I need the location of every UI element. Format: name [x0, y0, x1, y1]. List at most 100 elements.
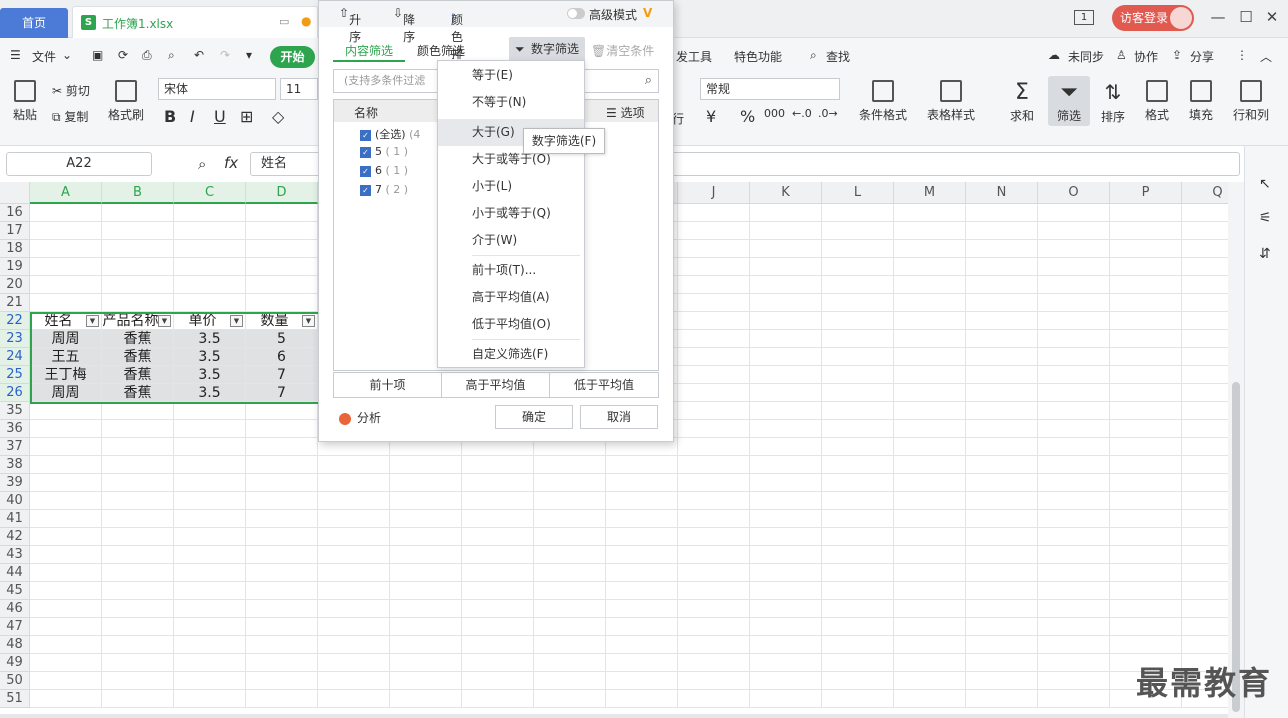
table-cell[interactable]	[462, 654, 534, 672]
corner-select-all[interactable]	[0, 182, 30, 204]
table-cell[interactable]	[174, 528, 246, 546]
row-header[interactable]: 20	[0, 276, 30, 294]
table-cell[interactable]	[30, 240, 102, 258]
table-cell[interactable]	[750, 654, 822, 672]
table-cell[interactable]	[1038, 204, 1110, 222]
table-cell[interactable]	[534, 636, 606, 654]
table-cell[interactable]	[174, 510, 246, 528]
table-cell[interactable]	[678, 348, 750, 366]
table-cell[interactable]	[966, 564, 1038, 582]
paste-button[interactable]: 粘贴	[8, 80, 42, 123]
table-cell[interactable]	[966, 582, 1038, 600]
row-header[interactable]: 38	[0, 456, 30, 474]
table-cell[interactable]	[1038, 582, 1110, 600]
table-cell[interactable]: 7	[246, 366, 318, 384]
tab-content-filter[interactable]: 内容筛选	[345, 42, 393, 59]
table-cell[interactable]	[678, 384, 750, 402]
table-cell[interactable]	[1038, 546, 1110, 564]
document-tab[interactable]: S 工作簿1.xlsx ▭ ●	[72, 6, 318, 38]
table-cell[interactable]	[966, 276, 1038, 294]
analysis-button[interactable]: 分析	[339, 409, 381, 426]
table-cell[interactable]	[894, 240, 966, 258]
table-cell[interactable]	[1110, 348, 1182, 366]
row-header[interactable]: 44	[0, 564, 30, 582]
share-button[interactable]: 分享	[1190, 48, 1214, 65]
table-cell[interactable]	[1038, 654, 1110, 672]
table-cell[interactable]	[1110, 564, 1182, 582]
export-icon[interactable]: ⟳	[118, 48, 128, 62]
table-cell[interactable]	[246, 420, 318, 438]
table-cell[interactable]	[30, 510, 102, 528]
row-header[interactable]: 22	[0, 312, 30, 330]
table-cell[interactable]	[822, 618, 894, 636]
table-cell[interactable]	[102, 528, 174, 546]
table-cell[interactable]	[822, 474, 894, 492]
table-cell[interactable]	[318, 690, 390, 708]
table-cell[interactable]	[246, 276, 318, 294]
table-cell[interactable]	[966, 240, 1038, 258]
fill-color-icon[interactable]: ◇	[272, 107, 284, 126]
table-cell[interactable]	[750, 474, 822, 492]
row-header[interactable]: 39	[0, 474, 30, 492]
table-cell[interactable]	[1038, 492, 1110, 510]
start-tab[interactable]: 开始	[270, 46, 315, 68]
table-cell[interactable]	[1038, 564, 1110, 582]
row-header[interactable]: 17	[0, 222, 30, 240]
table-cell[interactable]	[678, 258, 750, 276]
row-header[interactable]: 25	[0, 366, 30, 384]
table-cell[interactable]	[750, 546, 822, 564]
table-cell[interactable]	[822, 348, 894, 366]
table-cell[interactable]	[1038, 384, 1110, 402]
list-item[interactable]: ✓ (全选) (4	[360, 126, 420, 142]
table-cell[interactable]	[174, 222, 246, 240]
number-format-select[interactable]: 常规	[700, 78, 840, 100]
table-cell[interactable]	[678, 330, 750, 348]
table-cell[interactable]	[1182, 222, 1228, 240]
table-cell[interactable]	[1182, 636, 1228, 654]
table-cell[interactable]	[750, 690, 822, 708]
table-cell[interactable]	[318, 510, 390, 528]
table-cell[interactable]	[30, 564, 102, 582]
search-icon[interactable]: ⌕	[810, 48, 817, 63]
table-cell[interactable]	[534, 654, 606, 672]
table-cell[interactable]	[30, 546, 102, 564]
table-cell[interactable]	[894, 582, 966, 600]
table-cell[interactable]	[1110, 204, 1182, 222]
sort-desc-button[interactable]: ⇩ 降序	[393, 6, 415, 44]
sliders-icon[interactable]: ⚟	[1259, 210, 1272, 226]
table-cell[interactable]	[750, 582, 822, 600]
table-cell[interactable]	[894, 600, 966, 618]
table-cell[interactable]	[102, 420, 174, 438]
table-cell[interactable]	[894, 420, 966, 438]
table-cell[interactable]	[966, 366, 1038, 384]
table-cell[interactable]	[822, 366, 894, 384]
table-cell[interactable]	[822, 402, 894, 420]
table-cell[interactable]	[390, 672, 462, 690]
table-cell[interactable]	[822, 636, 894, 654]
row-header[interactable]: 50	[0, 672, 30, 690]
hamburger-icon[interactable]: ☰	[10, 48, 21, 62]
row-header[interactable]: 48	[0, 636, 30, 654]
table-cell[interactable]	[246, 492, 318, 510]
table-cell[interactable]	[750, 600, 822, 618]
table-cell[interactable]	[30, 654, 102, 672]
table-cell[interactable]	[1110, 636, 1182, 654]
table-cell[interactable]	[174, 420, 246, 438]
table-cell[interactable]	[894, 276, 966, 294]
font-name-select[interactable]: 宋体	[158, 78, 276, 100]
table-cell[interactable]	[246, 204, 318, 222]
table-cell[interactable]	[30, 402, 102, 420]
row-header[interactable]: 19	[0, 258, 30, 276]
table-cell[interactable]	[1038, 348, 1110, 366]
table-cell[interactable]	[966, 348, 1038, 366]
table-cell[interactable]	[678, 222, 750, 240]
table-cell[interactable]: 王五	[30, 348, 102, 366]
table-cell[interactable]	[894, 294, 966, 312]
customize-icon[interactable]: ▾	[246, 48, 252, 62]
table-cell[interactable]	[102, 402, 174, 420]
table-cell[interactable]	[462, 636, 534, 654]
table-cell[interactable]	[966, 510, 1038, 528]
login-button[interactable]: 访客登录	[1112, 5, 1194, 31]
checkbox-checked-icon[interactable]: ✓	[360, 165, 371, 177]
tab-color-filter[interactable]: 颜色筛选	[417, 42, 465, 59]
